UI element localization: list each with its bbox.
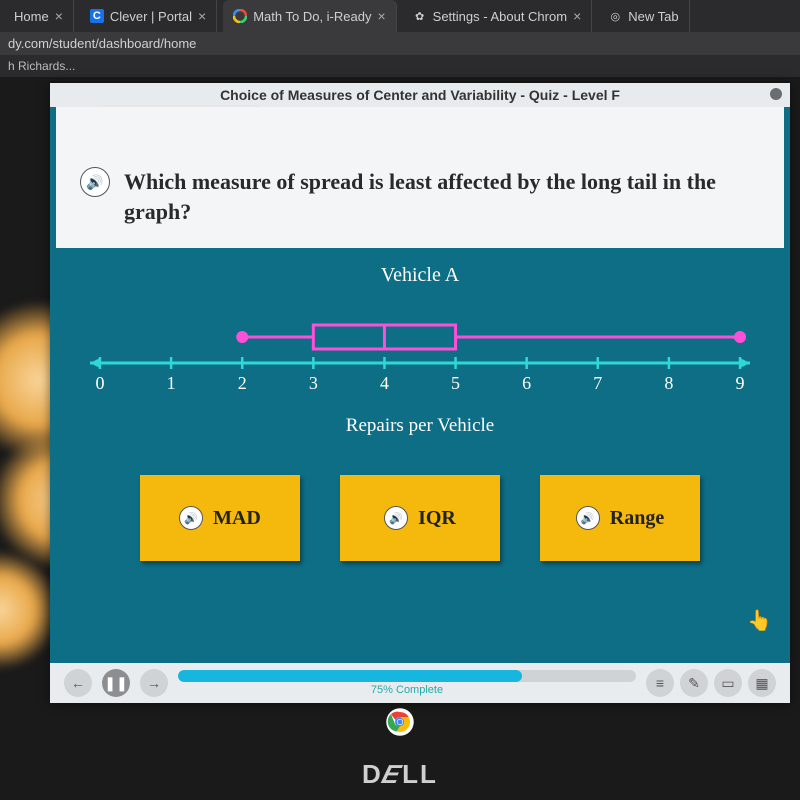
svg-text:1: 1 <box>167 373 176 393</box>
iready-app: Choice of Measures of Center and Variabi… <box>50 83 790 703</box>
clever-icon: C <box>90 9 104 23</box>
x-axis-label: Repairs per Vehicle <box>80 415 760 437</box>
tab-strip: Home × C Clever | Portal × Math To Do, i… <box>0 0 800 32</box>
gear-icon: ✿ <box>413 9 427 23</box>
close-icon[interactable]: × <box>198 8 206 24</box>
question-panel: 🔊 Which measure of spread is least affec… <box>56 107 784 248</box>
progress-bar <box>178 670 636 682</box>
chart-area: Vehicle A 0 1 2 3 4 5 6 7 8 9 Repairs per Vehicle <box>50 248 790 447</box>
tab-label: New Tab <box>628 9 678 24</box>
glossary-button[interactable]: ≡ <box>646 669 674 697</box>
answer-label: MAD <box>213 507 261 530</box>
tab-iready[interactable]: Math To Do, i-Ready × <box>223 0 396 32</box>
back-button[interactable]: ← <box>64 669 92 697</box>
bottom-toolbar: ← ❚❚ → 75% Complete ≡ ✎ ▭ ▦ <box>50 663 790 703</box>
answer-range[interactable]: 🔊 Range <box>540 475 700 561</box>
pause-button[interactable]: ❚❚ <box>102 669 130 697</box>
tab-label: Home <box>14 9 49 24</box>
notes-button[interactable]: ▭ <box>714 669 742 697</box>
close-icon[interactable]: × <box>55 8 63 24</box>
svg-text:6: 6 <box>522 373 531 393</box>
progress-fill <box>178 670 522 682</box>
forward-button[interactable]: → <box>140 669 168 697</box>
boxplot-svg: 0 1 2 3 4 5 6 7 8 9 <box>80 293 760 413</box>
answer-mad[interactable]: 🔊 MAD <box>140 475 300 561</box>
boxplot-chart: 0 1 2 3 4 5 6 7 8 9 <box>80 293 760 413</box>
answer-label: Range <box>610 507 664 530</box>
tab-label: Clever | Portal <box>110 9 192 24</box>
url-text: dy.com/student/dashboard/home <box>8 36 196 51</box>
globe-icon: ◎ <box>608 9 622 23</box>
svg-text:9: 9 <box>736 373 745 393</box>
svg-text:8: 8 <box>664 373 673 393</box>
close-icon[interactable]: × <box>377 8 385 24</box>
lesson-title: Choice of Measures of Center and Variabi… <box>220 87 620 103</box>
speaker-icon[interactable]: 🔊 <box>384 506 408 530</box>
tab-settings[interactable]: ✿ Settings - About Chrom × <box>403 0 593 32</box>
toolbar-right: ≡ ✎ ▭ ▦ <box>646 669 776 697</box>
svg-text:7: 7 <box>593 373 602 393</box>
answer-iqr[interactable]: 🔊 IQR <box>340 475 500 561</box>
lesson-title-bar: Choice of Measures of Center and Variabi… <box>50 83 790 107</box>
bookmark-item[interactable]: h Richards... <box>8 59 75 73</box>
url-bar[interactable]: dy.com/student/dashboard/home <box>0 32 800 55</box>
question-text: Which measure of spread is least affecte… <box>124 167 760 226</box>
dell-logo: DELL <box>0 759 800 790</box>
speaker-icon[interactable]: 🔊 <box>80 167 110 197</box>
svg-text:4: 4 <box>380 373 389 393</box>
speaker-icon[interactable]: 🔊 <box>179 506 203 530</box>
svg-text:3: 3 <box>309 373 318 393</box>
progress-label: 75% Complete <box>371 684 443 696</box>
tab-label: Settings - About Chrom <box>433 9 567 24</box>
bookmarks-bar: h Richards... <box>0 55 800 77</box>
svg-text:2: 2 <box>238 373 247 393</box>
tab-label: Math To Do, i-Ready <box>253 9 371 24</box>
tab-home[interactable]: Home × <box>4 0 74 32</box>
calculator-button[interactable]: ▦ <box>748 669 776 697</box>
tab-new[interactable]: ◎ New Tab <box>598 0 689 32</box>
svg-text:0: 0 <box>96 373 105 393</box>
browser-chrome: Home × C Clever | Portal × Math To Do, i… <box>0 0 800 77</box>
close-lesson-button[interactable] <box>770 88 782 100</box>
progress-area: 75% Complete <box>178 670 636 696</box>
chart-title: Vehicle A <box>80 264 760 287</box>
pointer-cursor-icon: 👆 <box>747 608 772 633</box>
speaker-icon[interactable]: 🔊 <box>576 506 600 530</box>
os-shelf <box>0 700 800 744</box>
tab-clever[interactable]: C Clever | Portal × <box>80 0 217 32</box>
iready-icon <box>233 9 247 23</box>
answer-choices: 🔊 MAD 🔊 IQR 🔊 Range <box>50 475 790 561</box>
close-icon[interactable]: × <box>573 8 581 24</box>
svg-text:5: 5 <box>451 373 460 393</box>
chrome-icon[interactable] <box>385 707 415 737</box>
answer-label: IQR <box>418 507 456 530</box>
draw-button[interactable]: ✎ <box>680 669 708 697</box>
